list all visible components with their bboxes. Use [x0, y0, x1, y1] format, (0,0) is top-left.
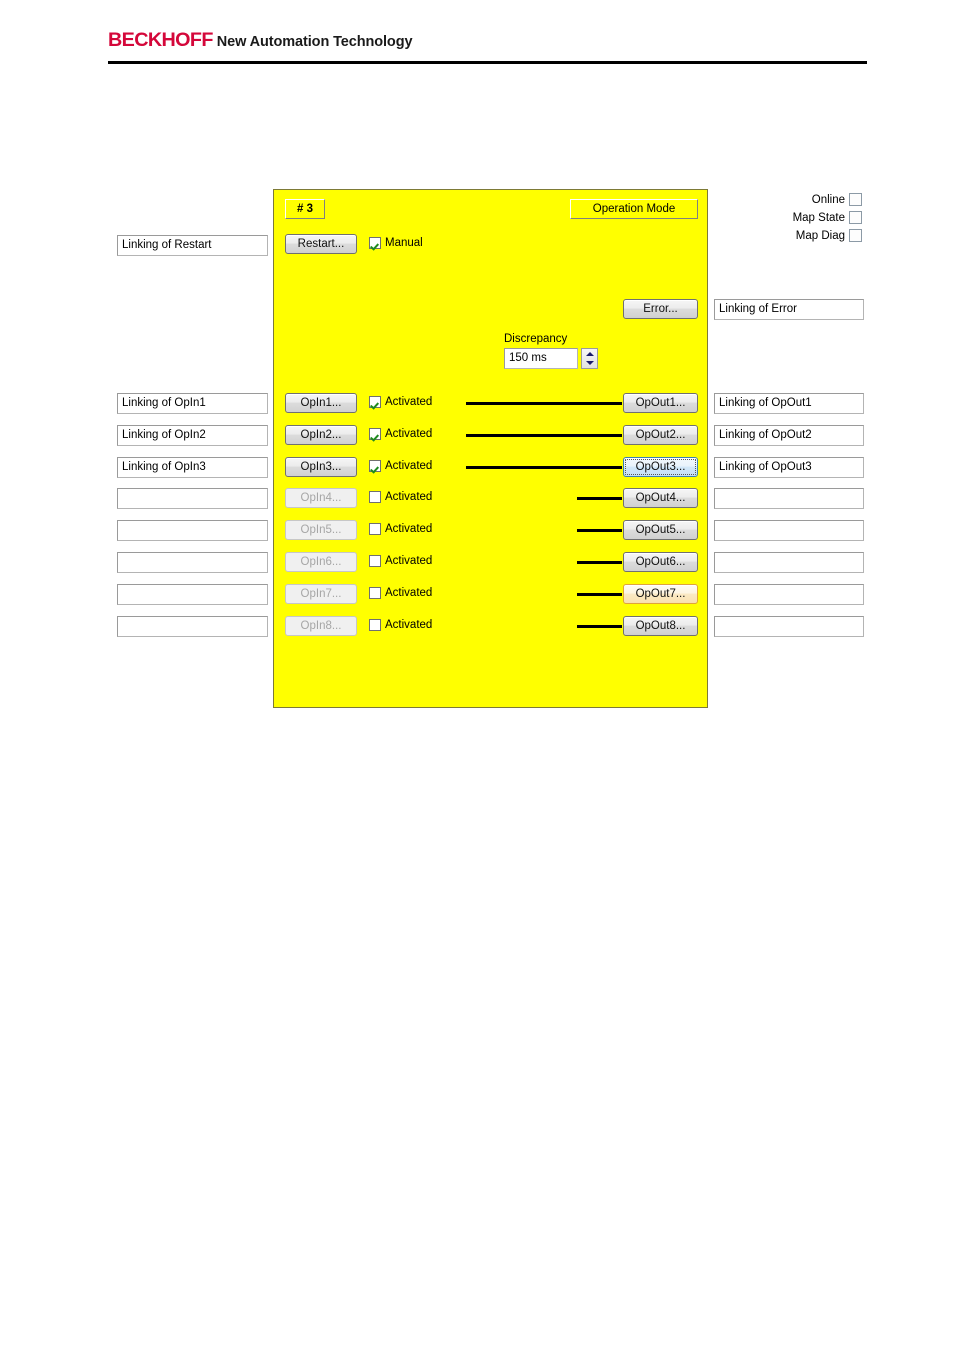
linking-of-opout-field[interactable]: Linking of OpOut3 [714, 457, 864, 478]
opout-button[interactable]: OpOut2... [623, 425, 698, 445]
linking-of-opin-field[interactable] [117, 616, 268, 637]
opin-button[interactable]: OpIn3... [285, 457, 357, 477]
opout-button[interactable]: OpOut5... [623, 520, 698, 540]
opin-button: OpIn4... [285, 488, 357, 508]
linking-of-opout-field[interactable] [714, 552, 864, 573]
map-state-checkbox[interactable] [849, 211, 862, 224]
activated-checkbox-row[interactable]: Activated [369, 619, 432, 631]
connector-line [577, 561, 622, 564]
connector-line [577, 625, 622, 628]
manual-checkbox[interactable] [369, 237, 381, 249]
activated-checkbox[interactable] [369, 396, 381, 408]
linking-of-opin-field[interactable]: Linking of OpIn2 [117, 425, 268, 446]
linking-of-error-field[interactable]: Linking of Error [714, 299, 864, 320]
activated-label: Activated [385, 619, 433, 631]
activated-checkbox-row[interactable]: Activated [369, 523, 432, 535]
opin-button[interactable]: OpIn2... [285, 425, 357, 445]
beckhoff-logo: BECKHOFF [108, 30, 213, 51]
activated-checkbox[interactable] [369, 619, 381, 631]
discrepancy-label: Discrepancy [504, 333, 568, 345]
brand-tagline: New Automation Technology [216, 34, 413, 50]
activated-checkbox-row[interactable]: Activated [369, 555, 432, 567]
opout-button[interactable]: OpOut6... [623, 552, 698, 572]
opin-button[interactable]: OpIn1... [285, 393, 357, 413]
restart-button[interactable]: Restart... [285, 234, 357, 254]
linking-of-opin-field[interactable] [117, 584, 268, 605]
connector-line [577, 497, 622, 500]
opin-button: OpIn6... [285, 552, 357, 572]
activated-label: Activated [385, 523, 433, 535]
map-state-label: Map State [792, 212, 845, 224]
activated-checkbox[interactable] [369, 523, 381, 535]
linking-of-opout-field[interactable] [714, 616, 864, 637]
discrepancy-stepper[interactable] [581, 348, 598, 369]
stepper-up-icon[interactable] [585, 351, 594, 356]
manual-checkbox-row[interactable]: Manual [369, 237, 423, 249]
activated-label: Activated [385, 428, 433, 440]
linking-of-restart-field[interactable]: Linking of Restart [117, 235, 268, 256]
activated-checkbox[interactable] [369, 428, 381, 440]
linking-of-opout-field[interactable]: Linking of OpOut1 [714, 393, 864, 414]
linking-of-opout-field[interactable] [714, 488, 864, 509]
linking-of-opin-field[interactable] [117, 520, 268, 541]
header-divider [108, 61, 867, 64]
discrepancy-input[interactable]: 150 ms [504, 348, 578, 369]
online-label: Online [811, 194, 845, 206]
connector-line [466, 434, 622, 437]
activated-label: Activated [385, 587, 433, 599]
linking-of-opin-field[interactable] [117, 488, 268, 509]
linking-of-opout-field[interactable] [714, 584, 864, 605]
activated-checkbox-row[interactable]: Activated [369, 491, 432, 503]
activated-checkbox-row[interactable]: Activated [369, 460, 432, 472]
activated-label: Activated [385, 491, 433, 503]
online-checkbox[interactable] [849, 193, 862, 206]
activated-label: Activated [385, 555, 433, 567]
activated-checkbox[interactable] [369, 587, 381, 599]
activated-checkbox[interactable] [369, 555, 381, 567]
opout-button[interactable]: OpOut7... [623, 584, 698, 604]
connector-line [577, 529, 622, 532]
linking-of-opout-field[interactable] [714, 520, 864, 541]
opin-button: OpIn5... [285, 520, 357, 540]
connector-line [577, 593, 622, 596]
connector-line [466, 466, 622, 469]
operation-mode-button[interactable]: Operation Mode [570, 199, 698, 219]
linking-of-opout-field[interactable]: Linking of OpOut2 [714, 425, 864, 446]
opin-button: OpIn7... [285, 584, 357, 604]
opout-button[interactable]: OpOut3... [623, 457, 698, 477]
linking-of-opin-field[interactable]: Linking of OpIn3 [117, 457, 268, 478]
map-diag-label: Map Diag [795, 230, 845, 242]
activated-checkbox[interactable] [369, 460, 381, 472]
opin-button: OpIn8... [285, 616, 357, 636]
error-button[interactable]: Error... [623, 299, 698, 319]
connector-line [466, 402, 622, 405]
activated-checkbox-row[interactable]: Activated [369, 587, 432, 599]
activated-checkbox[interactable] [369, 491, 381, 503]
linking-of-opin-field[interactable] [117, 552, 268, 573]
stepper-down-icon[interactable] [585, 361, 594, 366]
opout-button[interactable]: OpOut8... [623, 616, 698, 636]
brand: BECKHOFF New Automation Technology [108, 30, 868, 54]
manual-label: Manual [385, 237, 423, 249]
opout-button[interactable]: OpOut1... [623, 393, 698, 413]
activated-label: Activated [385, 396, 433, 408]
activated-checkbox-row[interactable]: Activated [369, 428, 432, 440]
activated-checkbox-row[interactable]: Activated [369, 396, 432, 408]
map-diag-checkbox[interactable] [849, 229, 862, 242]
opout-button[interactable]: OpOut4... [623, 488, 698, 508]
activated-label: Activated [385, 460, 433, 472]
block-index-tag: # 3 [285, 199, 325, 219]
linking-of-opin-field[interactable]: Linking of OpIn1 [117, 393, 268, 414]
